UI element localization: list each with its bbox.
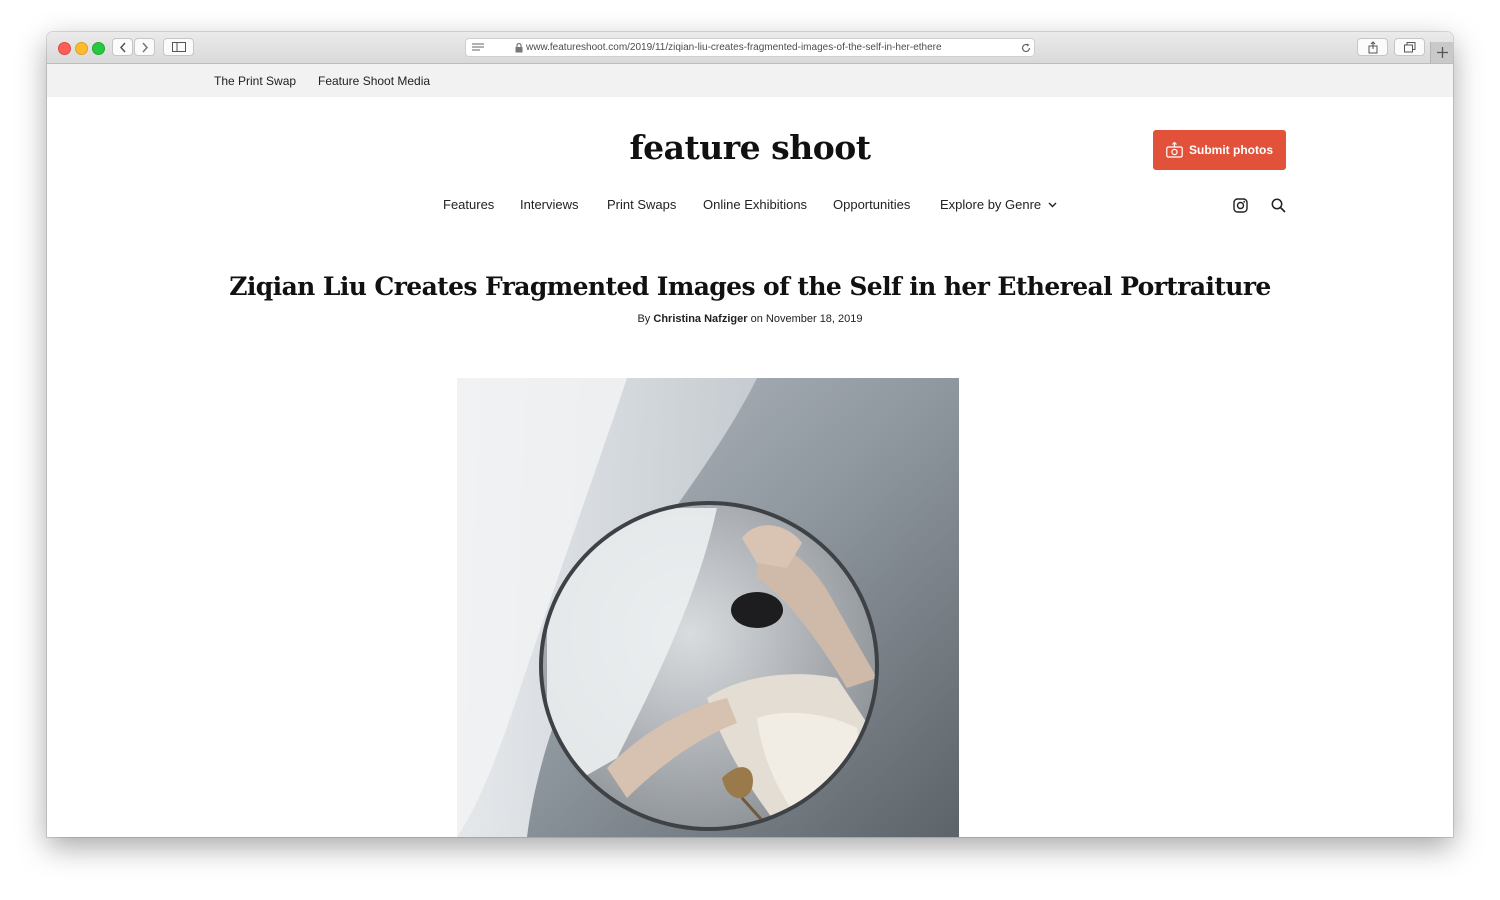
sidebar-button[interactable] xyxy=(163,38,194,56)
publish-date: November 18, 2019 xyxy=(765,313,863,325)
site-logo[interactable]: feature shoot xyxy=(597,128,903,168)
nav-explore-by-genre-label: Explore by Genre xyxy=(940,197,1042,212)
article-title: Ziqian Liu Creates Fragmented Images of … xyxy=(229,272,1271,301)
article-byline: By Christina Nafziger on November 18, 20… xyxy=(47,313,1453,325)
chevron-down-icon xyxy=(1048,202,1057,208)
nav-opportunities[interactable]: Opportunities xyxy=(833,197,910,212)
byline-prefix: By xyxy=(637,313,651,325)
search-icon xyxy=(1271,198,1286,213)
back-button[interactable] xyxy=(112,38,133,56)
reload-icon[interactable] xyxy=(1021,43,1031,53)
browser-window: www.featureshoot.com/2019/11/ziqian-liu-… xyxy=(47,32,1453,837)
submit-photos-label: Submit photos xyxy=(1189,143,1273,157)
hero-image[interactable] xyxy=(457,378,959,837)
url-text: www.featureshoot.com/2019/11/ziqian-liu-… xyxy=(526,42,942,53)
instagram-button[interactable] xyxy=(1231,196,1249,214)
new-tab-button[interactable] xyxy=(1430,42,1453,63)
submit-photos-button[interactable]: Submit photos xyxy=(1153,130,1286,170)
nav-features[interactable]: Features xyxy=(443,197,494,212)
hero-photo-illustration xyxy=(457,378,959,837)
new-tab-icon xyxy=(1437,47,1448,58)
back-icon xyxy=(119,42,126,52)
date-prefix: on xyxy=(750,313,763,325)
instagram-icon xyxy=(1232,197,1248,213)
print-swap-link[interactable]: The Print Swap xyxy=(214,74,296,88)
share-button[interactable] xyxy=(1357,38,1388,56)
tabs-overview-button[interactable] xyxy=(1394,38,1425,56)
fullscreen-window-button[interactable] xyxy=(92,42,105,55)
address-bar[interactable]: www.featureshoot.com/2019/11/ziqian-liu-… xyxy=(465,38,1035,57)
tabs-icon xyxy=(1403,41,1415,52)
author-link[interactable]: Christina Nafziger xyxy=(653,313,747,325)
minimize-window-button[interactable] xyxy=(75,42,88,55)
url-fade xyxy=(946,41,991,55)
nav-interviews[interactable]: Interviews xyxy=(520,197,579,212)
forward-button[interactable] xyxy=(134,38,155,56)
nav-explore-by-genre[interactable]: Explore by Genre xyxy=(940,197,1057,212)
camera-upload-icon xyxy=(1166,142,1183,158)
reader-icon[interactable] xyxy=(472,43,484,52)
sidebar-icon xyxy=(171,42,186,52)
nav-online-exhibitions[interactable]: Online Exhibitions xyxy=(703,197,807,212)
utility-bar: The Print Swap Feature Shoot Media xyxy=(47,64,1453,97)
nav-print-swaps[interactable]: Print Swaps xyxy=(607,197,676,212)
lock-icon xyxy=(515,43,523,53)
forward-icon xyxy=(141,42,148,52)
browser-toolbar: www.featureshoot.com/2019/11/ziqian-liu-… xyxy=(47,32,1453,64)
feature-shoot-media-link[interactable]: Feature Shoot Media xyxy=(318,74,430,88)
search-button[interactable] xyxy=(1269,196,1287,214)
close-window-button[interactable] xyxy=(58,42,71,55)
share-icon xyxy=(1368,40,1377,53)
